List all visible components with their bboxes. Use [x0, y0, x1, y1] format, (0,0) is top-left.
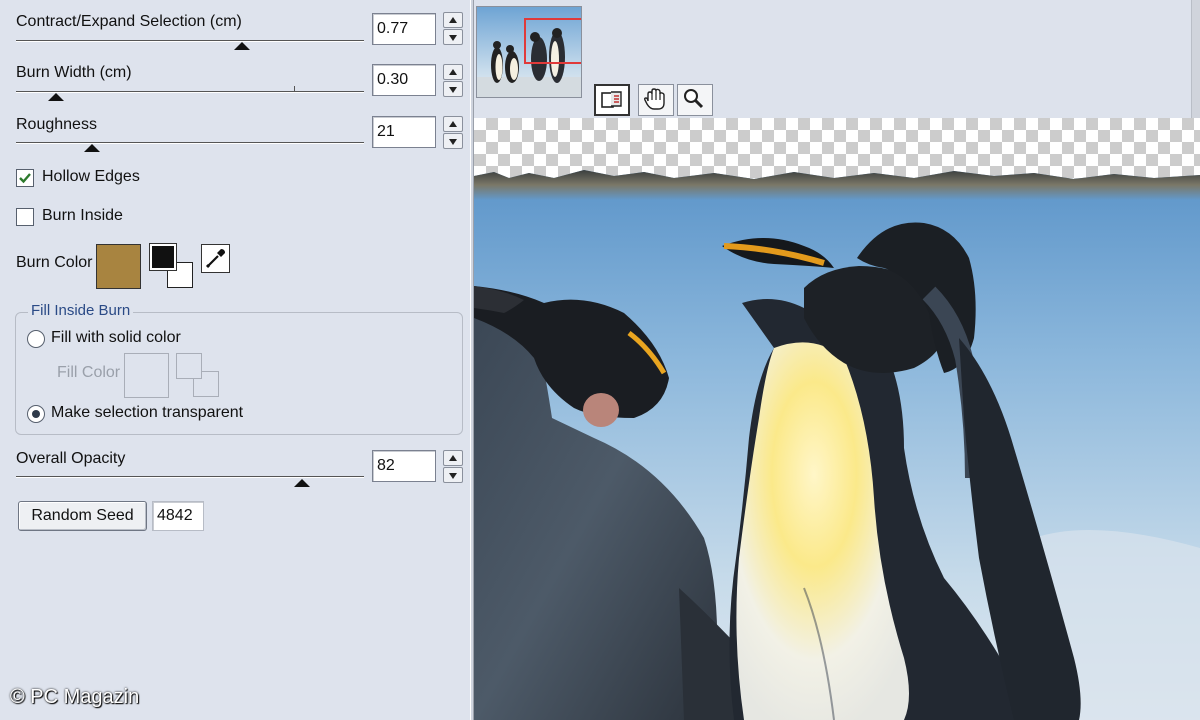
fill-color-swatch: [124, 353, 169, 398]
preview-area: [474, 0, 1200, 720]
radio-dot-icon: [32, 410, 40, 418]
hollow-edges-checkbox[interactable]: [16, 169, 34, 187]
roughness-spinner[interactable]: [443, 116, 463, 150]
overall-opacity-slider-thumb[interactable]: [294, 479, 310, 487]
make-transparent-label[interactable]: Make selection transparent: [51, 404, 243, 422]
overall-opacity-label: Overall Opacity: [16, 450, 126, 467]
roughness-slider-thumb[interactable]: [84, 144, 100, 152]
burn-color-swatch[interactable]: [96, 244, 141, 289]
zoom-tool-icon: [684, 89, 704, 109]
hollow-edges-label[interactable]: Hollow Edges: [42, 168, 140, 186]
watermark-text: © PC Magazin: [10, 686, 140, 708]
contract-expand-spinner[interactable]: [443, 12, 463, 46]
selection-tool-icon: [601, 91, 622, 108]
contract-expand-slider-track[interactable]: [16, 40, 364, 42]
spin-down-icon[interactable]: [443, 81, 463, 97]
spin-up-icon[interactable]: [443, 64, 463, 80]
overall-opacity-input[interactable]: 82: [372, 450, 436, 482]
overall-opacity-slider-track[interactable]: [16, 476, 364, 478]
roughness-label: Roughness: [16, 116, 97, 133]
fill-fg-bg-color-icon: [176, 353, 222, 399]
roughness-input[interactable]: 21: [372, 116, 436, 148]
spin-up-icon[interactable]: [443, 450, 463, 466]
spin-down-icon[interactable]: [443, 467, 463, 483]
random-seed-input[interactable]: 4842: [152, 501, 204, 531]
spin-up-icon[interactable]: [443, 12, 463, 28]
fill-solid-radio[interactable]: [27, 330, 45, 348]
foreground-color-swatch: [149, 243, 177, 271]
slider-tick: [294, 86, 295, 91]
burn-inside-checkbox[interactable]: [16, 208, 34, 226]
random-seed-button[interactable]: Random Seed: [18, 501, 147, 531]
navigator-thumbnail[interactable]: [476, 6, 582, 98]
burn-width-slider-track[interactable]: [16, 91, 364, 93]
fill-inside-burn-title: Fill Inside Burn: [28, 302, 134, 319]
burn-inside-label[interactable]: Burn Inside: [42, 207, 123, 225]
roughness-slider-track[interactable]: [16, 142, 364, 144]
spin-up-icon[interactable]: [443, 116, 463, 132]
overall-opacity-spinner[interactable]: [443, 450, 463, 484]
hand-tool-icon: [643, 88, 665, 110]
settings-panel: Contract/Expand Selection (cm) 0.77 Burn…: [0, 0, 470, 720]
toolbar-scrollbar[interactable]: [1191, 0, 1200, 118]
burn-width-input[interactable]: 0.30: [372, 64, 436, 96]
fill-solid-label[interactable]: Fill with solid color: [51, 329, 181, 347]
hand-tool-button[interactable]: [638, 84, 674, 116]
burn-width-spinner[interactable]: [443, 64, 463, 98]
penguin-photo: [474, 170, 1200, 720]
image-preview-canvas[interactable]: [474, 118, 1200, 720]
burn-color-label: Burn Color: [16, 254, 93, 271]
spin-down-icon[interactable]: [443, 29, 463, 45]
contract-expand-input[interactable]: 0.77: [372, 13, 436, 45]
zoom-tool-button[interactable]: [677, 84, 713, 116]
spin-down-icon[interactable]: [443, 133, 463, 149]
fill-color-label: Fill Color: [57, 364, 121, 381]
eyedropper-icon[interactable]: [201, 244, 230, 273]
fg-bg-color-icon[interactable]: [149, 243, 196, 290]
make-transparent-radio[interactable]: [27, 405, 45, 423]
selection-tool-button[interactable]: [594, 84, 630, 116]
preview-toolbar: [474, 0, 1200, 118]
contract-expand-label: Contract/Expand Selection (cm): [16, 13, 242, 30]
checkmark-icon: [19, 173, 31, 184]
contract-expand-slider-thumb[interactable]: [234, 42, 250, 50]
burn-width-slider-thumb[interactable]: [48, 93, 64, 101]
burn-width-label: Burn Width (cm): [16, 64, 132, 81]
